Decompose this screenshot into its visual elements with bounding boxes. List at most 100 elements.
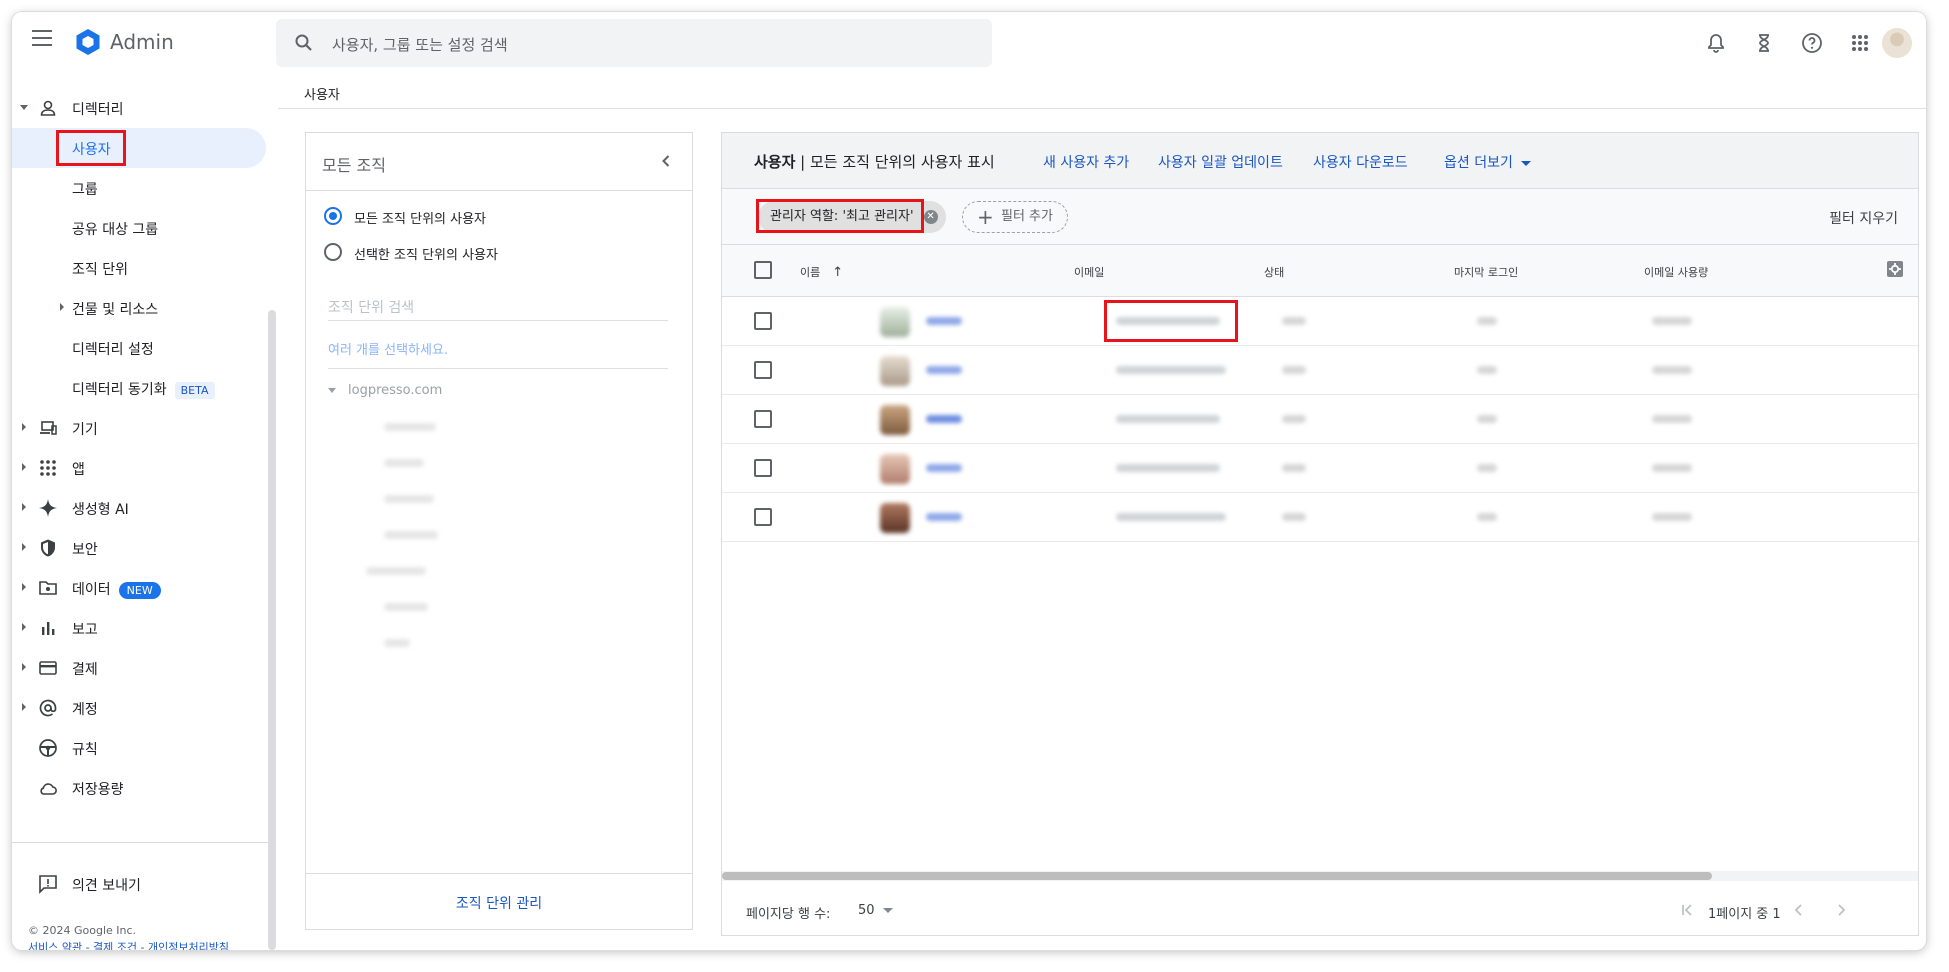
select-all-checkbox[interactable] [754,261,772,279]
scrollbar-thumb[interactable] [722,872,1712,880]
redacted-org-unit[interactable] [384,423,436,431]
column-header-email-usage[interactable]: 이메일 사용량 [1644,264,1708,280]
add-filter-button[interactable]: + 필터 추가 [962,201,1068,233]
row-checkbox[interactable] [754,410,772,428]
account-avatar[interactable] [1882,28,1912,58]
user-avatar [880,503,910,533]
app-title[interactable]: Admin [110,30,174,54]
table-row[interactable] [722,346,1918,395]
sidebar-item-storage[interactable]: 저장용량 [12,768,266,808]
redacted-org-unit[interactable] [366,567,426,575]
sidebar-scrollbar[interactable] [268,310,276,950]
redacted-user-name[interactable] [926,415,962,423]
multi-select-hint[interactable]: 여러 개를 선택하세요. [328,329,668,369]
redacted-status [1282,317,1306,325]
bulk-update-users-link[interactable]: 사용자 일괄 업데이트 [1158,152,1283,172]
row-checkbox[interactable] [754,361,772,379]
sidebar-item-generative-ai[interactable]: 생성형 AI [12,488,266,528]
sidebar-item-directory-sync[interactable]: 디렉터리 동기화 BETA [12,368,266,408]
rows-per-page-select[interactable]: 50 [858,903,893,918]
table-row[interactable] [722,395,1918,444]
sidebar-item-security[interactable]: 보안 [12,528,266,568]
radio-button-checked[interactable] [324,207,342,225]
sidebar-item-account[interactable]: 계정 [12,688,266,728]
search-bar[interactable]: 사용자, 그룹 또는 설정 검색 [276,19,992,67]
first-page-icon[interactable] [1678,901,1696,919]
sidebar-item-billing[interactable]: 결제 [12,648,266,688]
expand-arrow-icon [22,463,26,471]
notifications-bell-icon[interactable] [1704,31,1728,55]
column-header-name[interactable]: 이름 ↑ [800,264,843,280]
previous-page-icon[interactable] [1790,901,1808,919]
column-header-last-login[interactable]: 마지막 로그인 [1454,264,1518,280]
row-checkbox[interactable] [754,508,772,526]
sidebar-item-buildings[interactable]: 건물 및 리소스 [12,288,266,328]
redacted-status [1282,464,1306,472]
column-header-email[interactable]: 이메일 [1074,264,1104,280]
add-new-user-link[interactable]: 새 사용자 추가 [1043,152,1129,172]
new-badge: NEW [118,582,161,599]
manage-org-units-button[interactable]: 조직 단위 관리 [306,893,692,913]
redacted-user-name[interactable] [926,366,962,374]
more-options-dropdown[interactable]: 옵션 더보기 [1444,152,1531,172]
download-users-link[interactable]: 사용자 다운로드 [1313,152,1408,172]
sidebar-item-rules[interactable]: 규칙 [12,728,266,768]
sidebar-item-directory-settings[interactable]: 디렉터리 설정 [12,328,266,368]
redacted-last-login [1477,513,1497,521]
footer-links[interactable]: 서비스 약관 - 결제 조건 - 개인정보처리방침 [28,939,229,950]
collapse-chevron-left-icon[interactable] [656,151,676,171]
search-icon [295,34,312,51]
redacted-user-name[interactable] [926,317,962,325]
redacted-org-unit[interactable] [384,531,438,539]
bar-chart-icon [42,622,55,635]
sidebar-item-label: 그룹 [72,182,98,198]
org-tree-root[interactable]: logpresso.com [328,383,442,398]
org-unit-search-input[interactable]: 조직 단위 검색 [328,295,668,321]
redacted-email-usage [1652,415,1692,423]
redacted-user-name[interactable] [926,464,962,472]
main-menu-icon[interactable] [32,30,52,46]
redacted-last-login [1477,366,1497,374]
remove-filter-icon[interactable]: ✕ [923,210,938,224]
breadcrumb: 사용자 [304,88,340,103]
redacted-org-unit[interactable] [384,495,434,503]
sidebar-item-groups[interactable]: 그룹 [12,168,266,208]
redacted-user-email [1116,464,1220,472]
help-icon[interactable] [1800,31,1824,55]
column-header-status[interactable]: 상태 [1264,264,1284,280]
sidebar-item-apps[interactable]: 앱 [12,448,266,488]
redacted-org-unit[interactable] [384,459,424,467]
sidebar-item-users[interactable]: 사용자 [12,128,266,168]
row-checkbox[interactable] [754,459,772,477]
redacted-org-unit[interactable] [384,603,428,611]
radio-button[interactable] [324,243,342,261]
org-panel-footer: 조직 단위 관리 [306,873,692,931]
sidebar-item-org-units[interactable]: 조직 단위 [12,248,266,288]
redacted-org-unit[interactable] [384,639,410,647]
sidebar-divider [12,842,268,843]
redacted-user-name[interactable] [926,513,962,521]
clear-filters-button[interactable]: 필터 지우기 [1829,208,1898,228]
google-apps-grid-icon[interactable] [1848,31,1872,55]
column-settings-gear-icon[interactable] [1886,260,1904,278]
sidebar-item-target-groups[interactable]: 공유 대상 그룹 [12,208,266,248]
table-row[interactable] [722,297,1918,346]
highlight-box-filter [756,199,924,233]
table-row[interactable] [722,493,1918,542]
horizontal-scrollbar[interactable] [722,871,1918,881]
sidebar-item-reports[interactable]: 보고 [12,608,266,648]
tasks-hourglass-icon[interactable] [1752,31,1776,55]
sidebar-item-directory[interactable]: 디렉터리 [12,88,266,128]
search-input[interactable]: 사용자, 그룹 또는 설정 검색 [332,34,508,55]
feedback-icon [39,875,57,894]
at-sign-icon [39,699,57,717]
plus-icon: + [977,205,994,229]
sidebar-item-devices[interactable]: 기기 [12,408,266,448]
send-feedback-button[interactable]: 의견 보내기 [12,864,266,904]
title-rest: | 모든 조직 단위의 사용자 표시 [795,153,995,171]
table-row[interactable] [722,444,1918,493]
sidebar-item-data[interactable]: 데이터 NEW [12,568,266,608]
next-page-icon[interactable] [1832,901,1850,919]
row-checkbox[interactable] [754,312,772,330]
org-panel-header: 모든 조직 [306,133,692,191]
